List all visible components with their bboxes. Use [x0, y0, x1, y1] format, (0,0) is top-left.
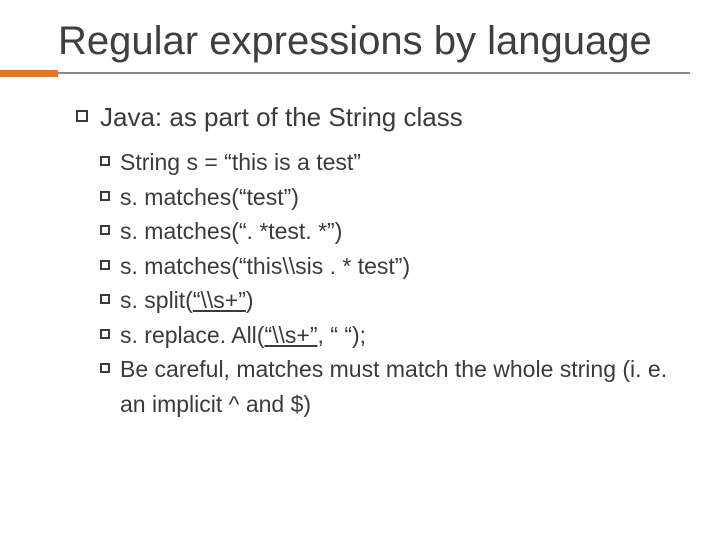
list-item-text: s. matches(“this\\sis . * test”)	[120, 253, 410, 279]
list-item-pre: s. replace. All(	[120, 322, 264, 348]
list-item: s. matches(“this\\sis . * test”)	[100, 249, 690, 284]
list-item: Be careful, matches must match the whole…	[100, 352, 690, 421]
list-item: s. replace. All(“\\s+”, “ “);	[100, 318, 690, 353]
sub-bullet-list: String s = “this is a test” s. matches(“…	[100, 145, 690, 421]
list-item-quoted: “\\s+”	[264, 322, 317, 348]
list-item-text: String s = “this is a test”	[120, 149, 361, 175]
title-underline	[0, 70, 720, 74]
list-item: s. matches(“. *test. *”)	[100, 214, 690, 249]
content-area: Java: as part of the String class String…	[76, 102, 690, 421]
bullet-level1: Java: as part of the String class	[76, 102, 690, 133]
accent-bar	[0, 70, 58, 77]
list-item-pre: s. split(	[120, 287, 193, 313]
slide: Regular expressions by language Java: as…	[0, 18, 720, 540]
list-item-text: Be careful, matches must match the whole…	[120, 356, 667, 417]
divider-line	[58, 72, 690, 74]
list-item: s. split(“\\s+”)	[100, 283, 690, 318]
list-item-text: s. matches(“. *test. *”)	[120, 218, 342, 244]
slide-title: Regular expressions by language	[58, 18, 658, 64]
list-item: String s = “this is a test”	[100, 145, 690, 180]
list-item-post: )	[246, 287, 254, 313]
list-item-quoted: “\\s+”	[193, 287, 246, 313]
list-item: s. matches(“test”)	[100, 180, 690, 215]
list-item-text: s. matches(“test”)	[120, 184, 299, 210]
list-item-post: , “ “);	[317, 322, 366, 348]
